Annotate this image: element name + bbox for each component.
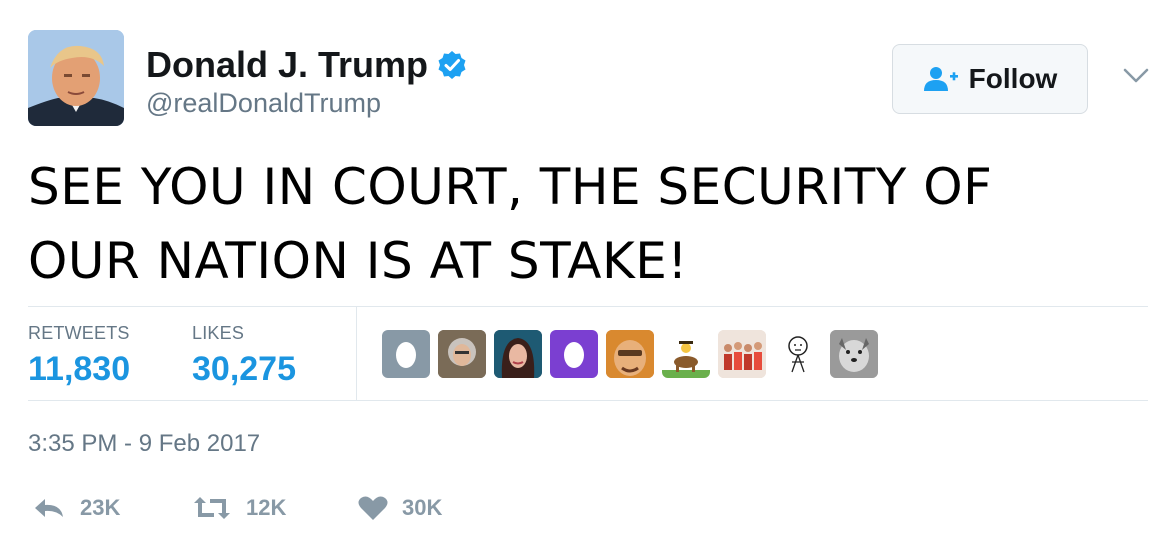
tweet-text: SEE YOU IN COURT, THE SECURITY OF OUR NA… (28, 150, 1138, 298)
stats-vertical-divider (356, 306, 357, 400)
profile-avatar[interactable] (28, 30, 124, 126)
liker-avatar-cartoon-man[interactable] (606, 330, 654, 378)
display-name-text[interactable]: Donald J. Trump (146, 44, 428, 86)
meme-face-icon (788, 336, 808, 373)
stats-top-divider (28, 306, 1148, 307)
person-photo-icon (438, 330, 486, 378)
retweets-label[interactable]: RETWEETS (28, 323, 130, 344)
liker-avatar-woman-gray-hair[interactable] (438, 330, 486, 378)
user-handle[interactable]: @realDonaldTrump (146, 88, 381, 119)
liker-avatar-meme-face[interactable] (774, 330, 822, 378)
dog-photo-icon (830, 330, 878, 378)
like-count: 30K (402, 495, 443, 520)
liker-avatar-dog[interactable] (830, 330, 878, 378)
follow-button[interactable]: Follow (892, 44, 1088, 114)
horse-rider-icon (662, 341, 710, 378)
egg-icon (396, 342, 416, 368)
follow-button-label: Follow (968, 63, 1058, 94)
reply-count: 23K (80, 495, 121, 520)
liker-avatar-woman-dark-hair[interactable] (494, 330, 542, 378)
heart-icon (358, 496, 388, 520)
likes-count[interactable]: 30,275 (192, 350, 296, 389)
like-button[interactable]: 30K (358, 495, 442, 521)
egg-icon (564, 342, 584, 368)
group-photo-icon (718, 330, 766, 378)
liker-avatar-group-photo[interactable] (718, 330, 766, 378)
add-user-icon (923, 67, 958, 91)
retweet-button[interactable]: 12K (192, 495, 286, 521)
retweets-count[interactable]: 11,830 (28, 350, 130, 389)
liker-avatar-egg-purple[interactable] (550, 330, 598, 378)
tweet-timestamp[interactable]: 3:35 PM - 9 Feb 2017 (28, 430, 260, 458)
cartoon-face-icon (606, 330, 654, 378)
person-photo-icon (494, 330, 542, 378)
liker-avatar-cowboy-horse[interactable] (662, 330, 710, 378)
liker-avatars (382, 330, 878, 378)
display-name[interactable]: Donald J. Trump (146, 44, 468, 86)
verified-badge-icon (438, 51, 466, 79)
likes-label[interactable]: LIKES (192, 323, 244, 344)
retweet-count: 12K (246, 495, 287, 520)
tweet-text-line-1: SEE YOU IN COURT, THE SECURITY OF (28, 158, 993, 216)
liker-avatar-egg-gray[interactable] (382, 330, 430, 378)
avatar-portrait-icon (28, 30, 124, 126)
reply-icon (35, 499, 63, 517)
stats-bottom-divider (28, 400, 1148, 401)
retweet-icon (194, 497, 230, 519)
tweet-text-line-2: OUR NATION IS AT STAKE! (28, 232, 688, 290)
chevron-down-icon[interactable] (1122, 66, 1150, 86)
reply-button[interactable]: 23K (32, 495, 120, 521)
